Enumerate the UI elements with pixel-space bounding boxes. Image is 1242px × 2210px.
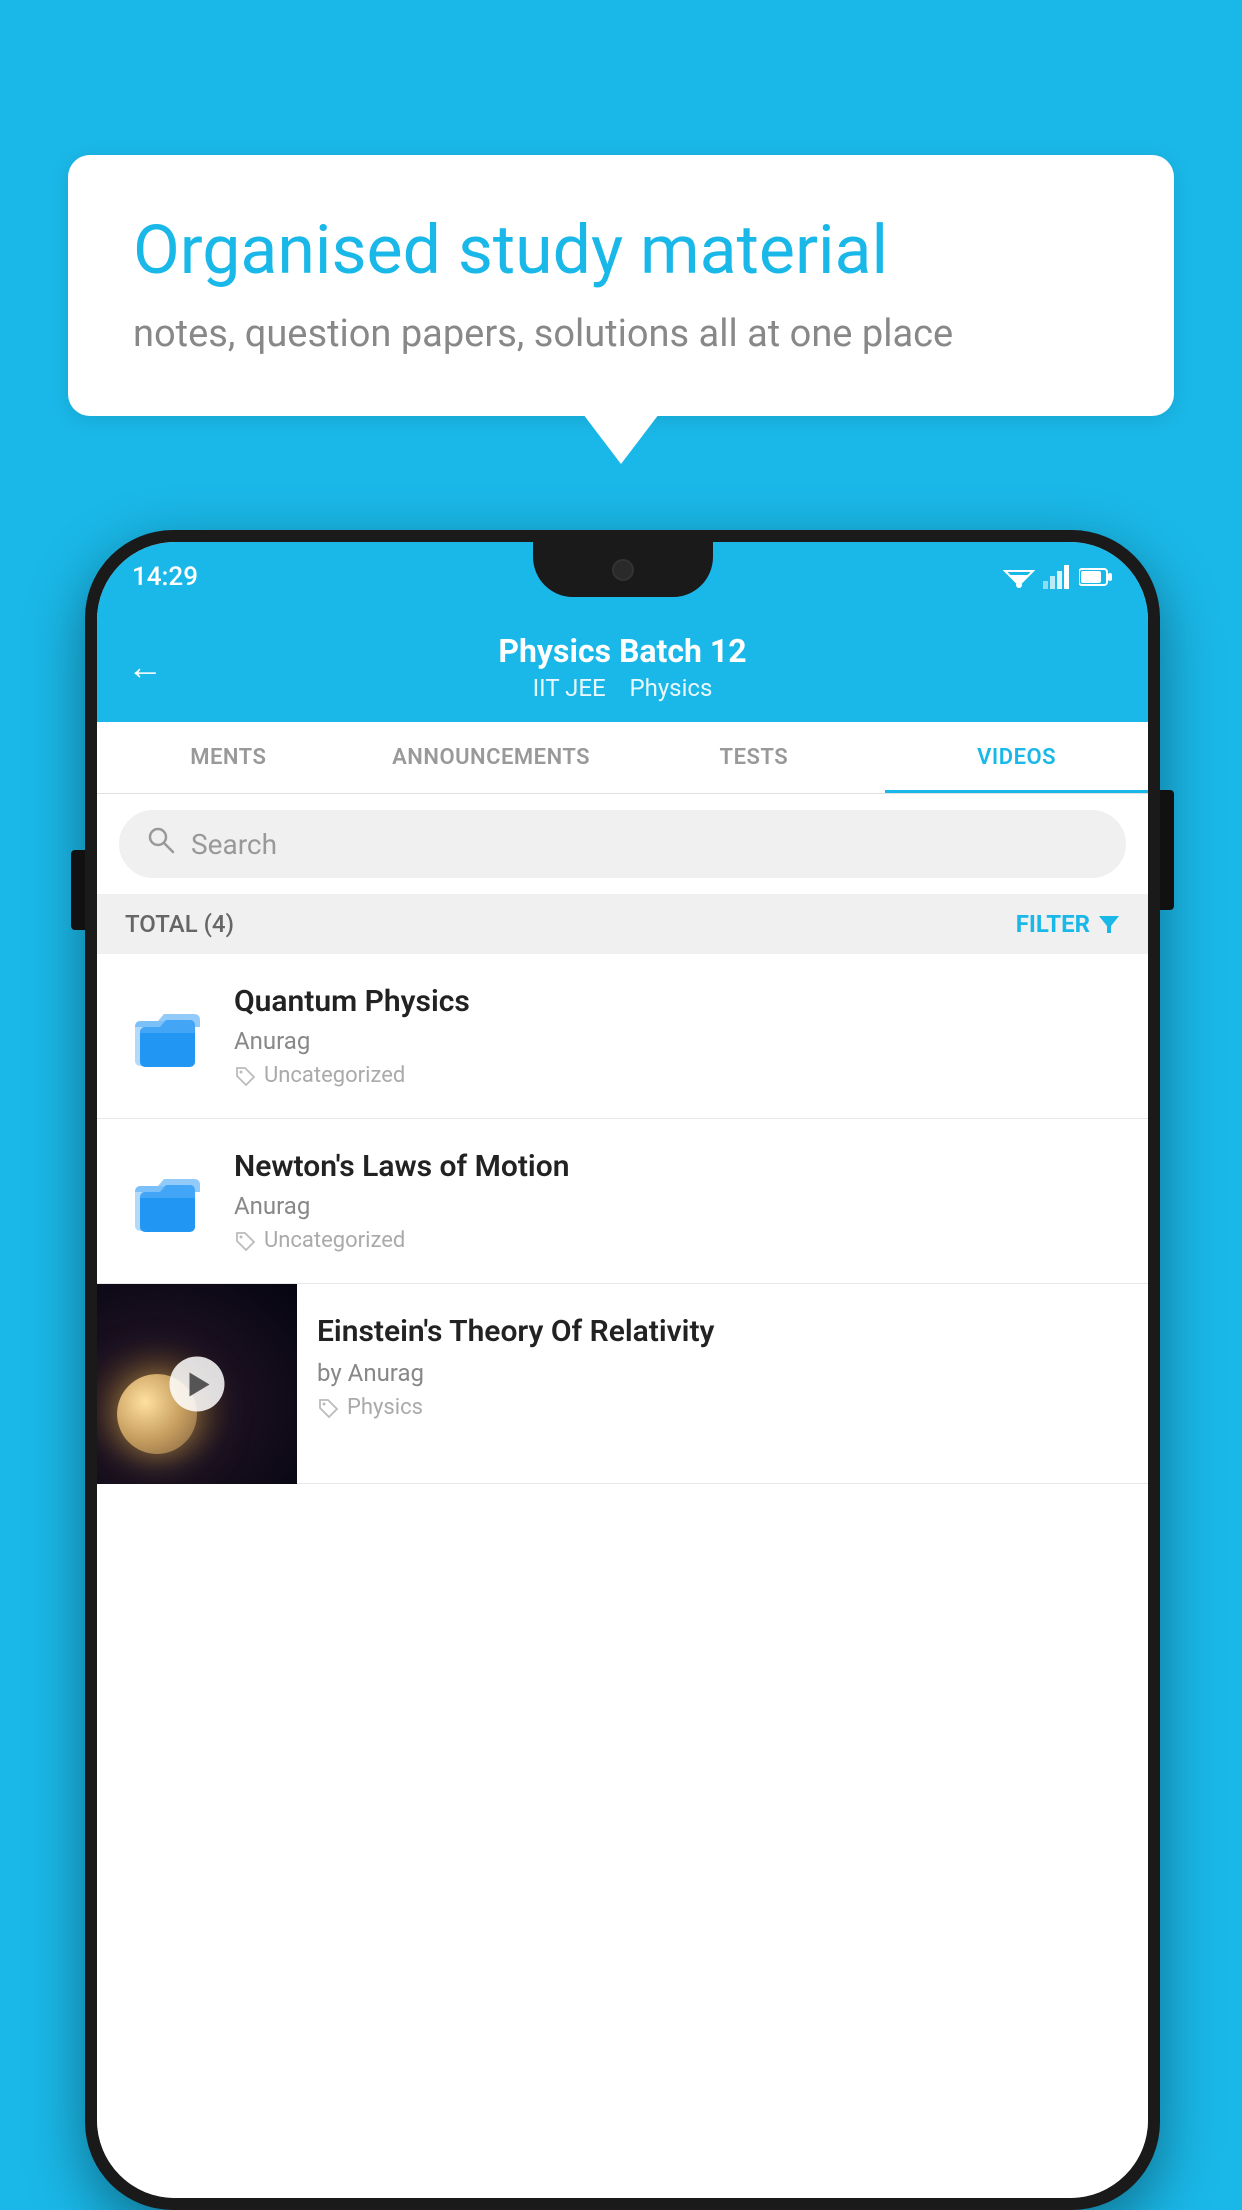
video-info-quantum: Quantum Physics Anurag Uncategorized bbox=[234, 984, 1123, 1088]
tag-text: Uncategorized bbox=[264, 1228, 405, 1253]
header-subtitle-part1: IIT JEE bbox=[533, 674, 606, 702]
total-count: TOTAL (4) bbox=[125, 910, 234, 938]
status-icons bbox=[1003, 565, 1113, 589]
tab-announcements[interactable]: ANNOUNCEMENTS bbox=[360, 722, 623, 793]
search-placeholder: Search bbox=[191, 828, 277, 861]
tab-tests[interactable]: TESTS bbox=[623, 722, 886, 793]
speech-bubble-subtitle: notes, question papers, solutions all at… bbox=[133, 312, 1109, 356]
video-info-einstein: Einstein's Theory Of Relativity by Anura… bbox=[297, 1284, 1148, 1448]
battery-icon bbox=[1079, 566, 1113, 588]
video-author: by Anurag bbox=[317, 1359, 1128, 1387]
play-triangle bbox=[189, 1372, 209, 1396]
video-tag: Uncategorized bbox=[234, 1063, 1123, 1088]
video-title: Einstein's Theory Of Relativity bbox=[317, 1312, 1128, 1351]
video-list: Quantum Physics Anurag Uncategorized bbox=[97, 954, 1148, 2198]
video-info-newton: Newton's Laws of Motion Anurag Uncategor… bbox=[234, 1149, 1123, 1253]
phone-outer: 14:29 bbox=[85, 530, 1160, 2210]
header-subtitle-part2: Physics bbox=[629, 674, 712, 702]
video-tag: Physics bbox=[317, 1395, 1128, 1420]
speech-bubble: Organised study material notes, question… bbox=[68, 155, 1174, 416]
wifi-icon bbox=[1003, 565, 1035, 589]
list-item[interactable]: Quantum Physics Anurag Uncategorized bbox=[97, 954, 1148, 1119]
phone-notch bbox=[533, 542, 713, 597]
space-background bbox=[97, 1284, 297, 1484]
tab-videos[interactable]: VIDEOS bbox=[885, 722, 1148, 793]
header-title-block: Physics Batch 12 IIT JEE Physics bbox=[498, 632, 746, 702]
search-bar[interactable]: Search bbox=[119, 810, 1126, 878]
phone-screen: 14:29 bbox=[97, 542, 1148, 2198]
play-button-icon[interactable] bbox=[170, 1357, 225, 1412]
header-subtitle: IIT JEE Physics bbox=[498, 674, 746, 702]
video-author: Anurag bbox=[234, 1192, 1123, 1220]
tag-icon bbox=[234, 1065, 256, 1087]
camera-icon bbox=[612, 559, 634, 581]
header-title: Physics Batch 12 bbox=[498, 632, 746, 670]
video-title: Quantum Physics bbox=[234, 984, 1123, 1019]
video-thumbnail-einstein bbox=[97, 1284, 297, 1484]
phone-mockup: 14:29 bbox=[85, 530, 1160, 2210]
search-container: Search bbox=[97, 794, 1148, 894]
video-title: Newton's Laws of Motion bbox=[234, 1149, 1123, 1184]
filter-label: FILTER bbox=[1016, 910, 1090, 938]
tag-icon bbox=[234, 1230, 256, 1252]
tab-documents[interactable]: MENTS bbox=[97, 722, 360, 793]
signal-icon bbox=[1043, 565, 1071, 589]
filter-bar: TOTAL (4) FILTER bbox=[97, 894, 1148, 954]
tag-text: Physics bbox=[347, 1395, 423, 1420]
list-item[interactable]: Einstein's Theory Of Relativity by Anura… bbox=[97, 1284, 1148, 1484]
video-tag: Uncategorized bbox=[234, 1228, 1123, 1253]
folder-icon-quantum bbox=[122, 991, 212, 1081]
status-time: 14:29 bbox=[132, 562, 198, 592]
list-item[interactable]: Newton's Laws of Motion Anurag Uncategor… bbox=[97, 1119, 1148, 1284]
speech-bubble-title: Organised study material bbox=[133, 210, 1109, 292]
video-author: Anurag bbox=[234, 1027, 1123, 1055]
app-header: ← Physics Batch 12 IIT JEE Physics bbox=[97, 612, 1148, 722]
folder-icon-newton bbox=[122, 1156, 212, 1246]
tab-bar: MENTS ANNOUNCEMENTS TESTS VIDEOS bbox=[97, 722, 1148, 794]
filter-icon bbox=[1098, 913, 1120, 935]
tag-text: Uncategorized bbox=[264, 1063, 405, 1088]
back-button[interactable]: ← bbox=[127, 646, 163, 688]
filter-button[interactable]: FILTER bbox=[1016, 910, 1120, 938]
tag-icon bbox=[317, 1397, 339, 1419]
search-icon bbox=[147, 826, 175, 862]
